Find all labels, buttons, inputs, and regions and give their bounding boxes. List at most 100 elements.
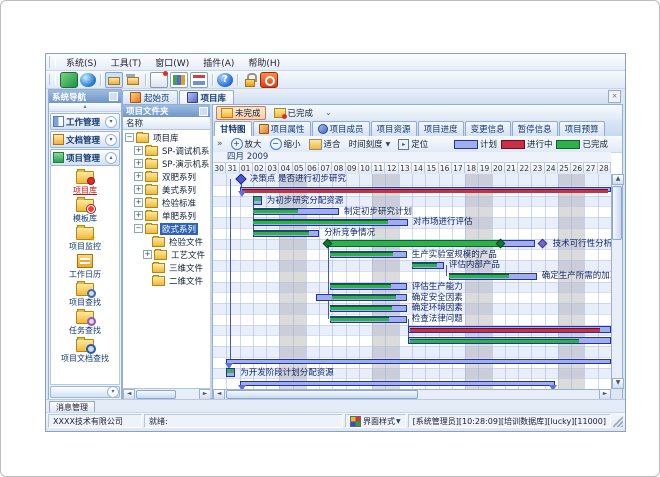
menu-item-1[interactable]: 系统(S) (59, 54, 104, 70)
sidebar-item-7[interactable]: 项目文档查找 (51, 337, 119, 365)
expand-icon[interactable]: + (134, 159, 143, 168)
tree-node-2[interactable]: +SP-调试机系 (123, 144, 211, 157)
expand-icon[interactable]: + (134, 146, 143, 155)
pin-icon[interactable] (109, 92, 118, 101)
collapse-icon[interactable]: − (125, 133, 134, 142)
gantt-tab-2[interactable]: 项目属性 (253, 121, 311, 136)
gantt-tab-1[interactable]: 甘特图 (214, 121, 252, 136)
filter-button-2[interactable]: 已完成 (269, 106, 319, 120)
menu-item-2[interactable]: 工具(T) (104, 54, 149, 70)
tree-node-11[interactable]: 三维文件 (123, 261, 211, 274)
gantt-vertical-scrollbar[interactable]: ▲ ▼ (611, 174, 622, 389)
pin-icon[interactable] (199, 107, 208, 116)
gantt-toolbar-button-3[interactable]: 适合 (305, 136, 345, 152)
menu-item-5[interactable]: 帮助(H) (241, 54, 287, 70)
expand-icon[interactable]: + (134, 185, 143, 194)
tree-horizontal-scrollbar[interactable]: ◄ ► (123, 388, 211, 399)
toolbar-overflow-icon[interactable]: » (213, 139, 227, 149)
report-icon[interactable] (170, 72, 188, 88)
tree-node-4[interactable]: +双肥系列 (123, 170, 211, 183)
sidebar-item-2[interactable]: 模板库 (51, 197, 119, 225)
tab-close-button[interactable]: × (608, 90, 621, 103)
tree-column-header[interactable]: 名称 (123, 117, 211, 130)
chevron-up-icon[interactable]: ▴ (105, 152, 117, 164)
expand-icon[interactable]: + (134, 198, 143, 207)
filter-button-1[interactable]: 未完成 (216, 106, 266, 120)
sidebar-item-3[interactable]: 项目监控 (51, 225, 119, 253)
sidebar-item-6[interactable]: 任务查找 (51, 309, 119, 337)
tree-node-6[interactable]: +检验标准 (123, 196, 211, 209)
ui-style-selector[interactable]: 界面样式 ▼ (345, 414, 406, 428)
tree-node-5[interactable]: +美式系列 (123, 183, 211, 196)
scroll-up-icon[interactable]: ▲ (612, 174, 624, 185)
gantt-tab-4[interactable]: 项目资源 (371, 121, 417, 136)
power-icon[interactable] (260, 72, 278, 88)
scroll-down-icon[interactable]: ▼ (612, 378, 624, 389)
network-icon[interactable] (60, 72, 78, 88)
mail-icon[interactable] (150, 72, 168, 88)
scroll-thumb[interactable] (136, 390, 176, 399)
folder-icon (145, 146, 158, 156)
gantt-bar[interactable] (240, 381, 556, 386)
sidebar-collapse-strip[interactable]: ▴ (49, 103, 121, 112)
tab-1[interactable]: 起始页 (122, 90, 178, 104)
gantt-tab-7[interactable]: 暂停信息 (512, 121, 558, 136)
gantt-task-label: 生产实验室规模的产品 (412, 250, 497, 260)
chevron-down-icon[interactable]: ▾ (105, 116, 117, 128)
resize-grip[interactable] (613, 415, 623, 427)
gantt-tab-3[interactable]: 项目成员 (312, 121, 370, 136)
sidebar-group-1[interactable]: 工作管理▾ (50, 113, 120, 130)
help-icon[interactable] (217, 73, 233, 87)
gantt-chart-area[interactable]: 决策点 是否进行初步研究为初步研究分配资源制定初步研究计划对市场进行评估分析竞争… (213, 174, 611, 389)
gantt-toolbar-button-2[interactable]: −缩小 (266, 136, 305, 152)
chevron-down-icon[interactable]: ▾ (105, 134, 117, 146)
gantt-toolbar-button-4[interactable]: 时间刻度▼ (345, 136, 395, 152)
expand-icon[interactable]: + (134, 211, 143, 220)
day-header-cell: 17 (452, 163, 465, 173)
tree-node-12[interactable]: 二维文件 (123, 274, 211, 287)
expand-icon[interactable]: + (143, 250, 152, 259)
tree-node-10[interactable]: +工艺文件 (123, 248, 211, 261)
sidebar-collapsed-group[interactable]: ▾ (50, 386, 120, 398)
tree-node-7[interactable]: + 单肥系列 (123, 209, 211, 222)
sidebar-group-2[interactable]: 文档管理▾ (50, 131, 120, 148)
tree-node-9[interactable]: 检验文件 (123, 235, 211, 248)
menu-item-3[interactable]: 窗口(W) (148, 54, 196, 70)
sidebar-item-4[interactable]: 工作日历 (51, 253, 119, 281)
sidebar-item-5[interactable]: 项目查找 (51, 281, 119, 309)
scroll-thumb[interactable] (226, 390, 418, 399)
sidebar-title: 系统导航 (52, 91, 86, 103)
folder-open-icon[interactable] (105, 72, 123, 88)
globe-icon[interactable] (80, 73, 96, 87)
scroll-thumb[interactable] (612, 186, 622, 240)
folder-pin-icon[interactable] (125, 73, 141, 87)
day-header-cell: 11 (372, 163, 385, 173)
tree-node-1[interactable]: −项目库 (123, 131, 211, 144)
expand-icon[interactable]: + (134, 172, 143, 181)
folder-icon (152, 237, 165, 247)
menu-item-4[interactable]: 插件(A) (196, 54, 241, 70)
gantt-task-icon[interactable] (253, 196, 262, 205)
chevron-down-icon[interactable]: ▾ (107, 386, 119, 398)
gantt-bar[interactable] (326, 240, 502, 247)
gantt-tab-8[interactable]: 项目预算 (559, 121, 605, 136)
gantt-bar[interactable] (502, 240, 535, 247)
gantt-horizontal-scrollbar[interactable]: ◄ ► (213, 389, 611, 399)
sidebar-item-1[interactable]: 项目库 (51, 169, 119, 197)
gantt-tab-5[interactable]: 项目进度 (418, 121, 464, 136)
tree-node-3[interactable]: +SP-演示机系 (123, 157, 211, 170)
collapse-icon[interactable]: − (134, 224, 143, 233)
gantt-task-icon[interactable] (226, 368, 235, 377)
scroll-left-icon[interactable]: ◄ (123, 389, 135, 400)
gantt-toolbar-button-5[interactable]: ▸定位 (394, 136, 432, 152)
filter-more-icon[interactable]: ⌄ (325, 108, 332, 117)
gantt-bar[interactable] (226, 359, 611, 364)
gantt-toolbar-button-1[interactable]: +放大 (227, 136, 266, 152)
tree-node-label: 单肥系列 (160, 210, 198, 222)
sidebar-group-3[interactable]: 项目管理▴ (50, 149, 120, 166)
tab-2[interactable]: 项目库 (179, 90, 235, 104)
lock-icon[interactable] (242, 73, 258, 87)
tree-node-8[interactable]: −欧式系列 (123, 222, 211, 235)
gantt-tab-6[interactable]: 变更信息 (465, 121, 511, 136)
chart-icon[interactable] (190, 72, 208, 88)
